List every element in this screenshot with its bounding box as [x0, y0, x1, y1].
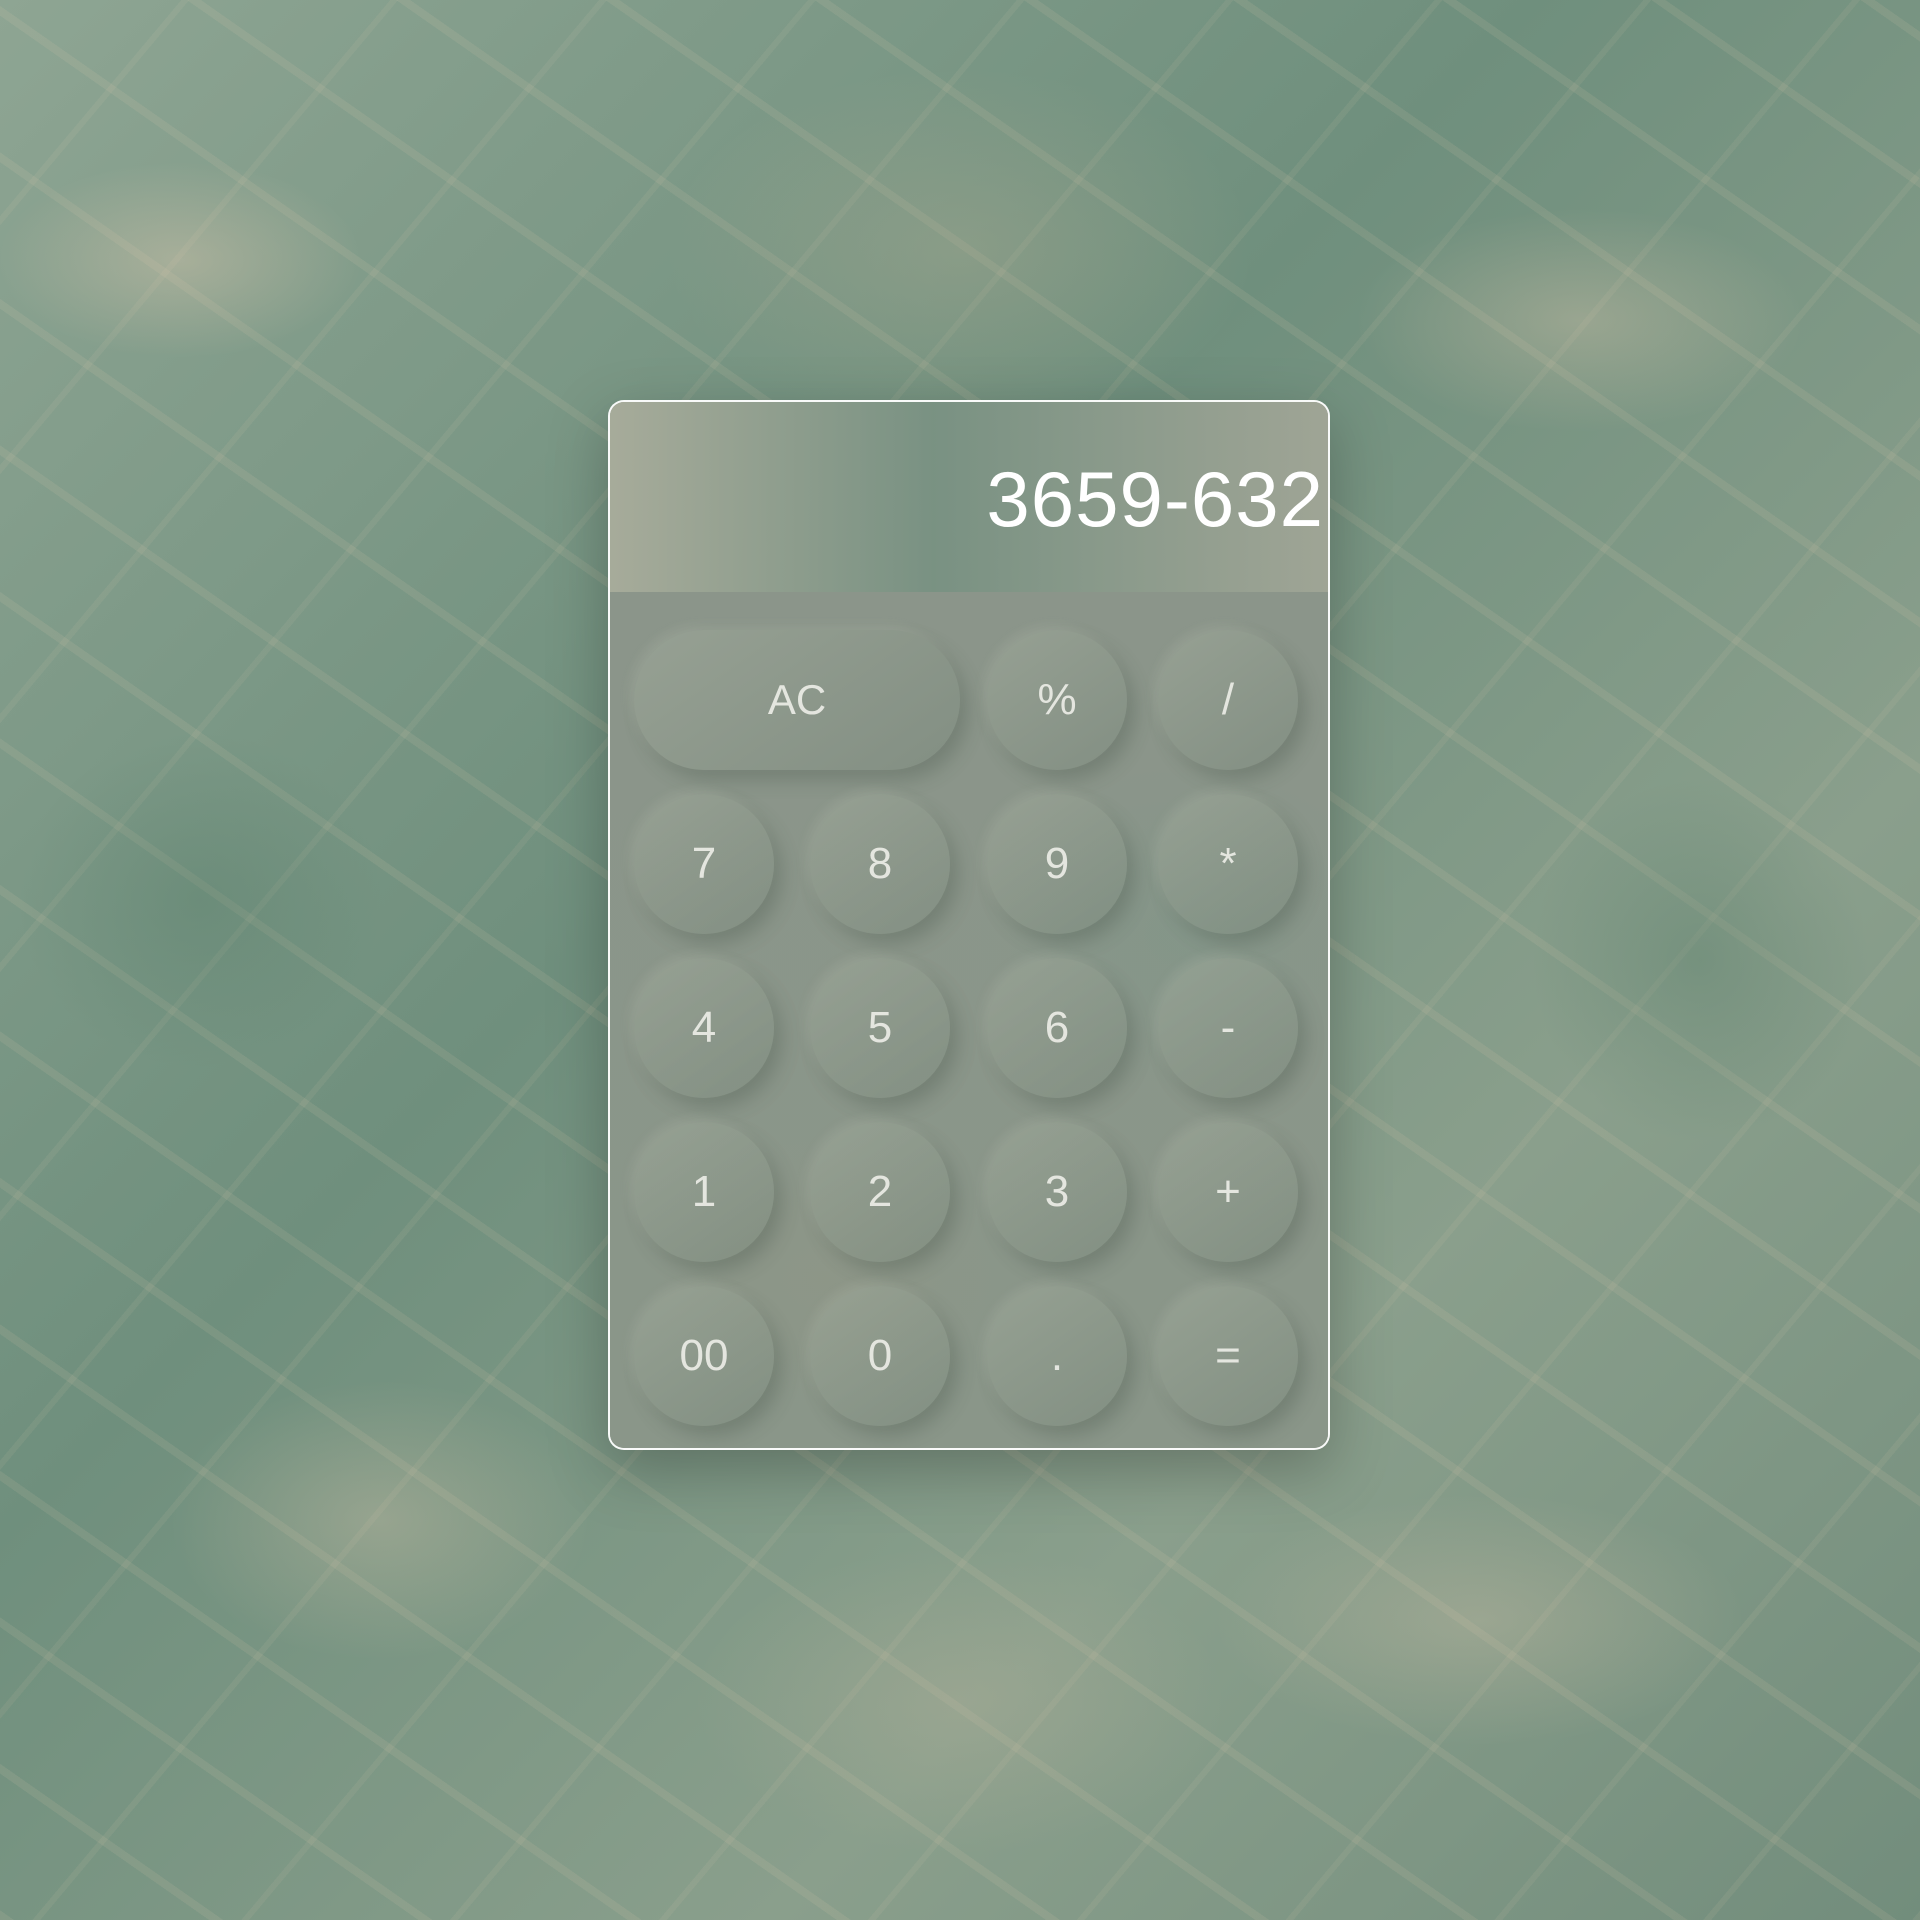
calculator-display: 3659-632 [610, 402, 1328, 592]
clear-button-label: AC [767, 676, 827, 723]
keypad: AC % / 7 8 9 * 4 5 6 - 1 2 3 + 00 0 . = [610, 592, 1328, 1448]
digit-5-button[interactable]: 5 [810, 958, 950, 1098]
double-zero-button[interactable]: 00 [634, 1286, 774, 1426]
calculator-panel: 3659-632 AC % / 7 8 9 * 4 5 6 - 1 2 3 + … [608, 400, 1330, 1450]
digit-7-button[interactable]: 7 [634, 794, 774, 934]
digit-1-button[interactable]: 1 [634, 1122, 774, 1262]
add-button[interactable]: + [1158, 1122, 1298, 1262]
decimal-button[interactable]: . [987, 1286, 1127, 1426]
digit-2-button[interactable]: 2 [810, 1122, 950, 1262]
clear-button[interactable]: AC [634, 630, 960, 770]
digit-6-button[interactable]: 6 [987, 958, 1127, 1098]
digit-0-button[interactable]: 0 [810, 1286, 950, 1426]
digit-9-button[interactable]: 9 [987, 794, 1127, 934]
divide-button[interactable]: / [1158, 630, 1298, 770]
digit-8-button[interactable]: 8 [810, 794, 950, 934]
multiply-button[interactable]: * [1158, 794, 1298, 934]
digit-3-button[interactable]: 3 [987, 1122, 1127, 1262]
percent-button[interactable]: % [987, 630, 1127, 770]
display-value: 3659-632 [986, 455, 1324, 543]
digit-4-button[interactable]: 4 [634, 958, 774, 1098]
subtract-button[interactable]: - [1158, 958, 1298, 1098]
equals-button[interactable]: = [1158, 1286, 1298, 1426]
